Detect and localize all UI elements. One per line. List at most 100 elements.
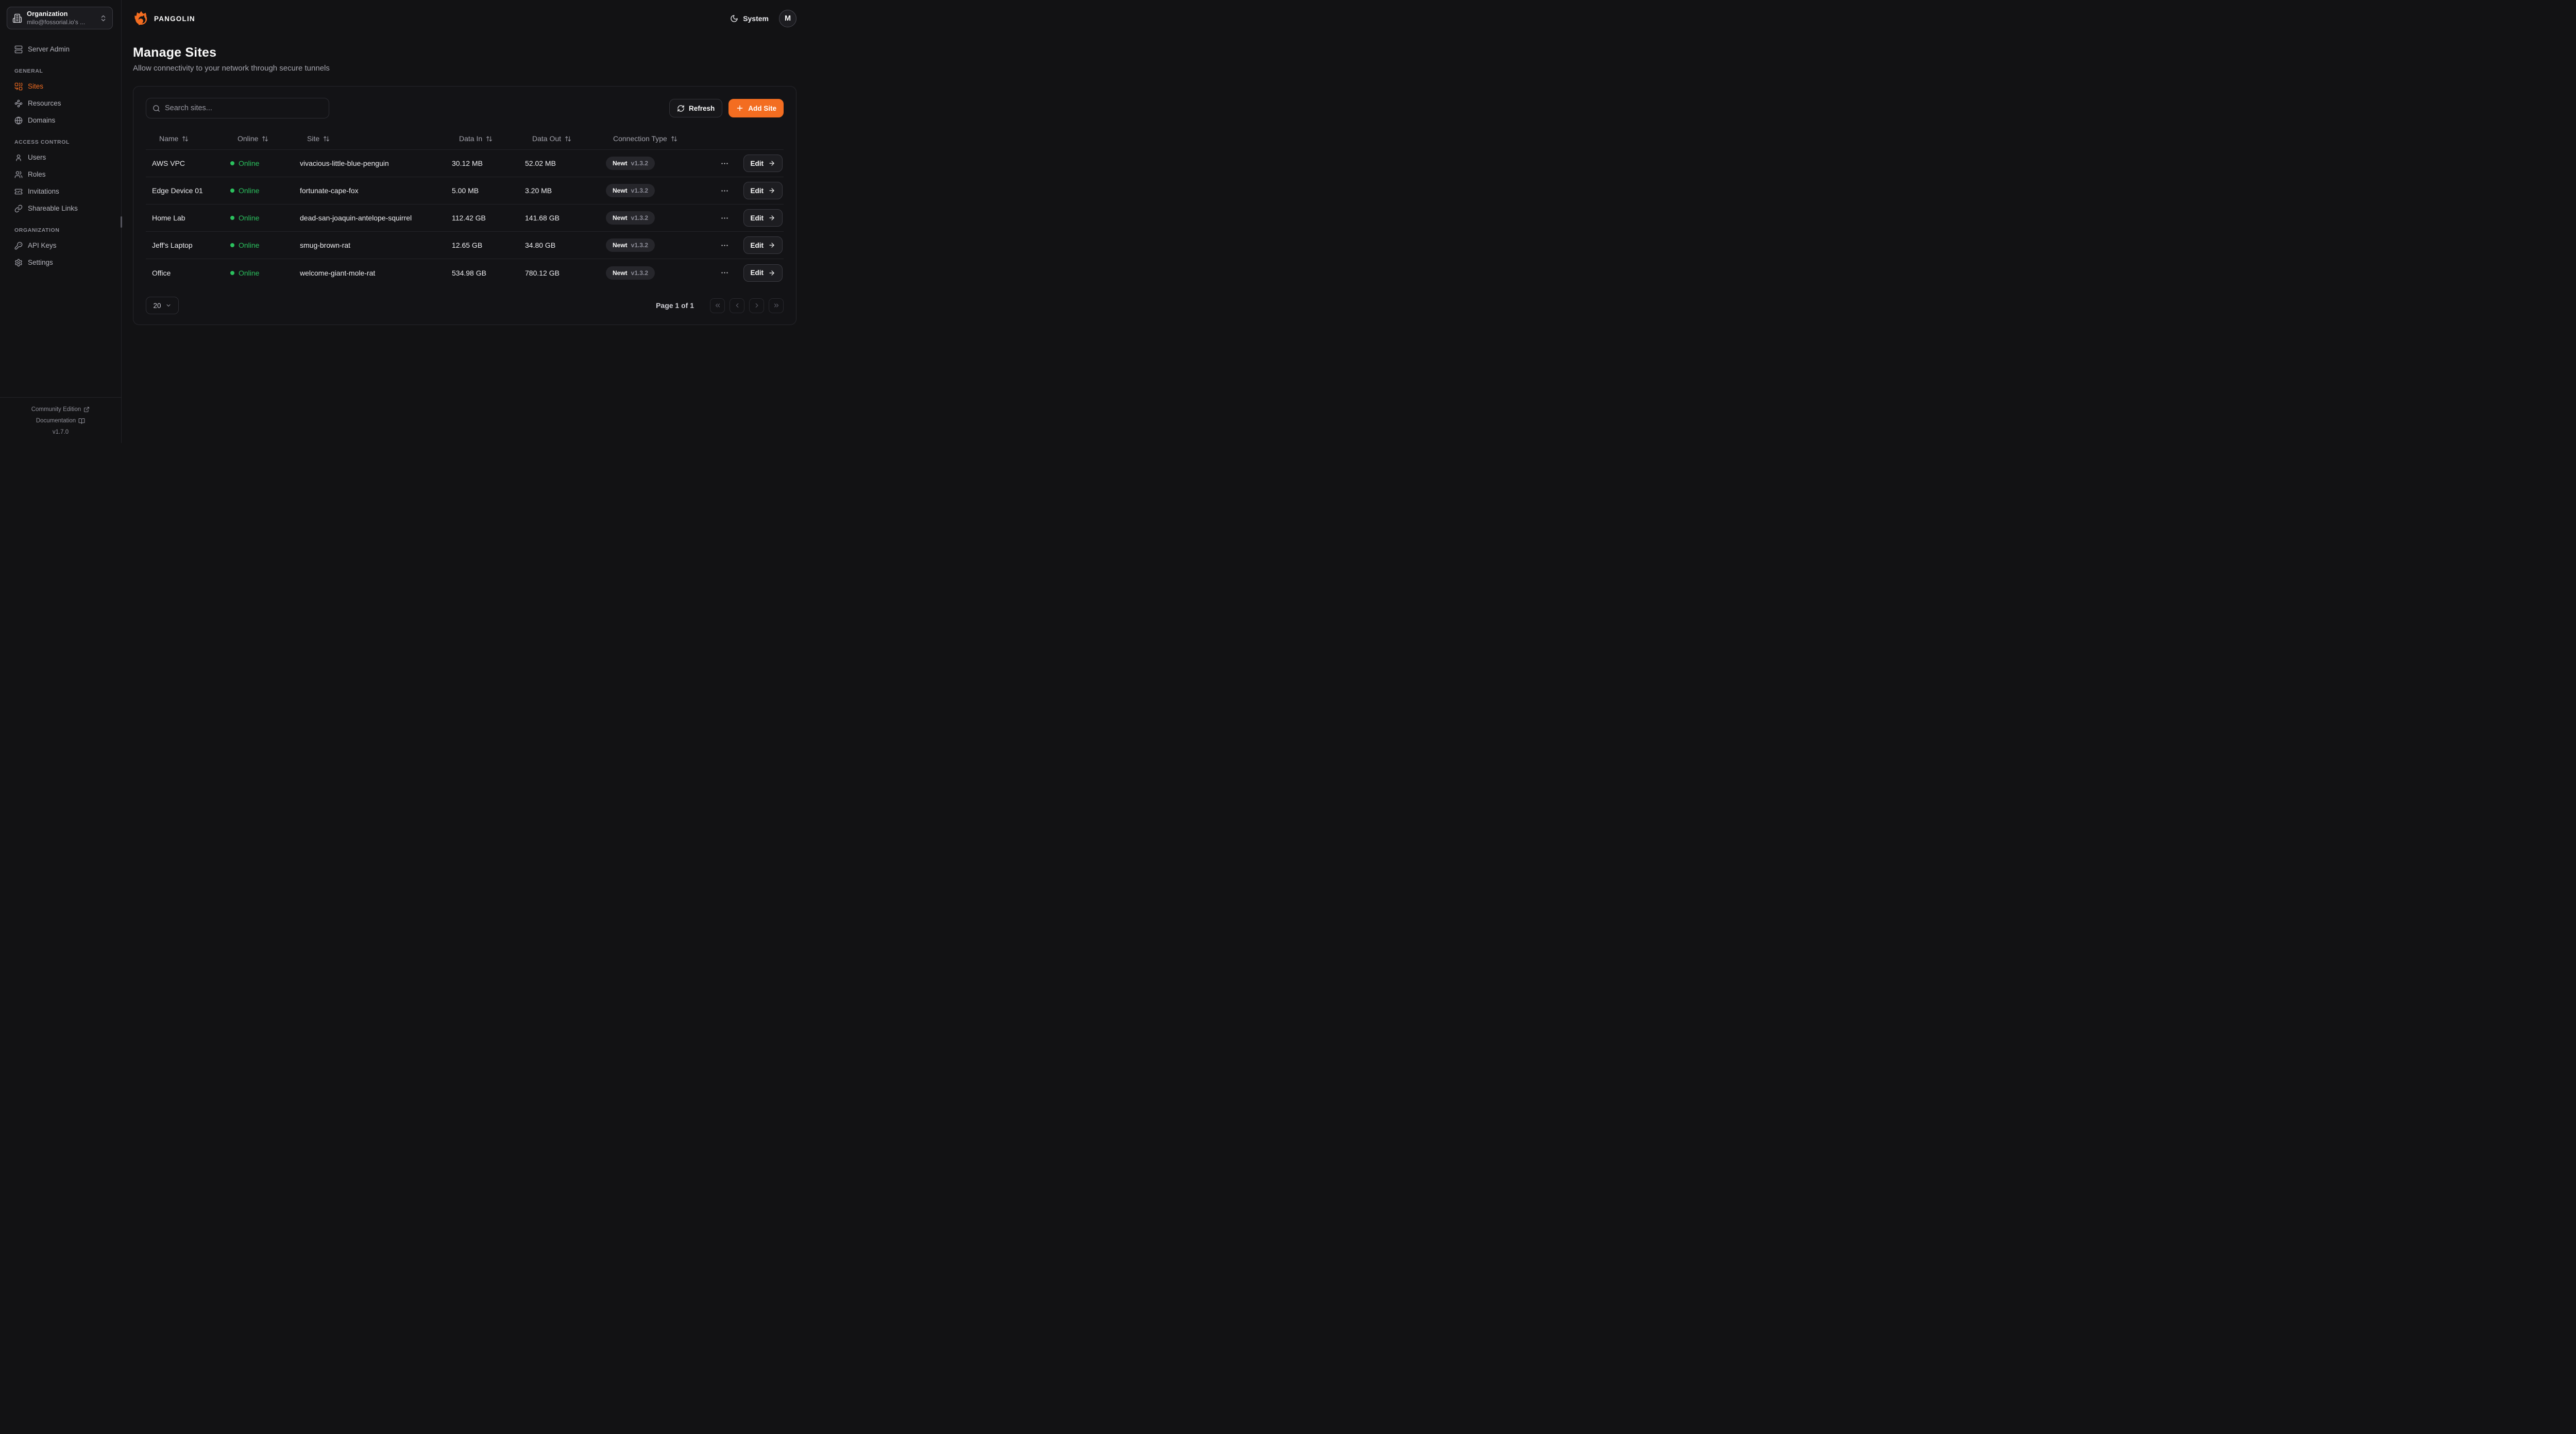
sidebar-item-label: API Keys [28,242,57,249]
section-label-organization: ORGANIZATION [14,227,114,233]
data-out: 141.68 GB [519,214,600,222]
data-out: 780.12 GB [519,269,600,277]
search-input[interactable] [165,104,323,112]
arrow-right-icon [768,269,775,277]
sidebar-item-settings[interactable]: Settings [7,254,114,271]
data-in: 12.65 GB [446,241,519,249]
sidebar-item-server-admin[interactable]: Server Admin [7,41,114,58]
site-slug: vivacious-little-blue-penguin [294,159,446,167]
site-name: Office [146,269,224,277]
ellipsis-icon [720,268,729,277]
pangolin-logo-icon [133,10,149,27]
community-edition-label: Community Edition [31,406,81,413]
search-icon [152,105,160,112]
section-label-general: GENERAL [14,68,114,74]
arrow-right-icon [768,214,775,221]
org-label: Organization [27,10,95,18]
organization-selector[interactable]: Organization milo@fossorial.io's ... [7,7,113,29]
gear-icon [14,259,23,267]
column-header-connection-type[interactable]: Connection Type [600,134,784,143]
status-dot [230,161,234,165]
sidebar-item-label: Users [28,153,46,161]
brand-name: PANGOLIN [154,15,195,23]
table-row: Office Online welcome-giant-mole-rat 534… [146,259,784,286]
sidebar-item-invitations[interactable]: Invitations [7,183,114,200]
row-menu-button[interactable] [718,212,731,225]
sidebar-item-label: Sites [28,82,43,90]
table-row: AWS VPC Online vivacious-little-blue-pen… [146,150,784,177]
sidebar-item-sites[interactable]: Sites [7,78,114,95]
data-out: 34.80 GB [519,241,600,249]
sidebar-item-shareable-links[interactable]: Shareable Links [7,200,114,217]
refresh-button[interactable]: Refresh [669,99,722,117]
connection-type-badge: Newtv1.3.2 [606,184,655,197]
site-name: Home Lab [146,214,224,222]
row-menu-button[interactable] [718,266,731,279]
page-subtitle: Allow connectivity to your network throu… [133,64,796,73]
sort-icon [182,135,189,142]
community-edition-link[interactable]: Community Edition [5,404,116,415]
sidebar-item-api-keys[interactable]: API Keys [7,237,114,254]
building-icon [12,13,22,23]
row-menu-button[interactable] [718,239,731,252]
add-site-button[interactable]: Add Site [728,99,784,117]
sidebar-resize-handle[interactable] [121,216,122,228]
next-page-button[interactable] [749,298,764,313]
sidebar: Organization milo@fossorial.io's ... Ser… [0,0,122,443]
column-header-data-in[interactable]: Data In [446,134,519,143]
search-box [146,98,329,118]
sidebar-item-resources[interactable]: Resources [7,95,114,112]
sidebar-item-domains[interactable]: Domains [7,112,114,129]
page-title: Manage Sites [133,45,796,60]
row-menu-button[interactable] [718,157,731,170]
column-header-online[interactable]: Online [224,134,294,143]
data-out: 52.02 MB [519,159,600,167]
column-header-site[interactable]: Site [294,134,446,143]
sidebar-item-label: Roles [28,170,46,178]
sidebar-footer: Community Edition Documentation v1.7.0 [0,397,121,443]
server-icon [14,45,23,54]
edit-button[interactable]: Edit [743,182,783,199]
online-status: Online [224,186,294,195]
ellipsis-icon [720,214,729,223]
column-header-name[interactable]: Name [146,134,224,143]
documentation-label: Documentation [36,418,76,424]
sort-icon [671,135,677,142]
add-site-label: Add Site [748,105,776,112]
sort-icon [323,135,330,142]
status-dot [230,189,234,193]
status-dot [230,271,234,275]
sidebar-item-label: Invitations [28,187,59,195]
main-content: PANGOLIN System M Manage Sites Allow con… [122,0,808,443]
first-page-button[interactable] [710,298,725,313]
online-status: Online [224,214,294,222]
edit-button[interactable]: Edit [743,209,783,227]
last-page-button[interactable] [769,298,784,313]
ellipsis-icon [720,241,729,250]
sidebar-item-label: Shareable Links [28,204,78,212]
site-slug: welcome-giant-mole-rat [294,269,446,277]
edit-button[interactable]: Edit [743,236,783,254]
column-header-data-out[interactable]: Data Out [519,134,600,143]
arrow-right-icon [768,242,775,249]
theme-toggle[interactable]: System [730,14,769,23]
user-avatar[interactable]: M [779,10,796,27]
edit-button[interactable]: Edit [743,155,783,172]
previous-page-button[interactable] [730,298,744,313]
edit-button[interactable]: Edit [743,264,783,282]
theme-label: System [743,14,769,23]
page-info: Page 1 of 1 [656,301,694,310]
sites-table: Name Online Site Data In Data Out [146,128,784,286]
sort-icon [565,135,571,142]
page-size-select[interactable]: 20 [146,297,179,314]
connection-type-badge: Newtv1.3.2 [606,238,655,252]
data-in: 112.42 GB [446,214,519,222]
sites-card: Refresh Add Site Name Online [133,86,796,325]
ticket-check-icon [14,187,23,196]
documentation-link[interactable]: Documentation [5,415,116,426]
site-slug: dead-san-joaquin-antelope-squirrel [294,214,446,222]
sidebar-item-roles[interactable]: Roles [7,166,114,183]
sidebar-item-label: Resources [28,99,61,107]
row-menu-button[interactable] [718,184,731,197]
sidebar-item-users[interactable]: Users [7,149,114,166]
